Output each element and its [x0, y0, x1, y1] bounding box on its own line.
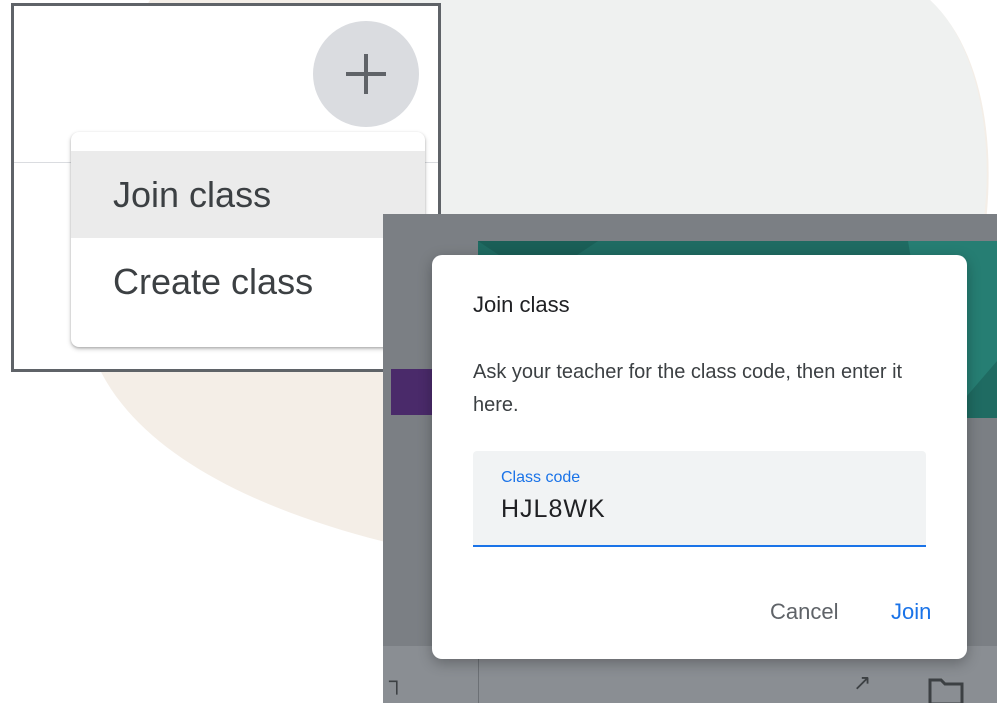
class-card-edge — [391, 369, 436, 415]
add-button[interactable] — [313, 21, 419, 127]
join-class-menu-item[interactable]: Join class — [71, 151, 425, 238]
add-menu: Join class Create class — [71, 132, 425, 347]
add-menu-panel: Join class Create class — [11, 3, 441, 372]
join-button[interactable]: Join — [891, 599, 931, 625]
menu-item-label: Join class — [113, 173, 272, 215]
class-code-label: Class code — [501, 469, 581, 486]
plus-icon — [346, 54, 386, 94]
cancel-button[interactable]: Cancel — [770, 599, 838, 625]
create-class-menu-item[interactable]: Create class — [71, 238, 425, 325]
trending-icon[interactable]: ↗ — [853, 670, 871, 696]
menu-item-label: Create class — [113, 260, 314, 302]
join-dialog-panel: ┐ ↗ Join class Ask your teacher for the … — [383, 214, 997, 703]
folder-icon[interactable] — [928, 676, 964, 703]
footer-icon: ┐ — [389, 668, 405, 693]
dialog-title: Join class — [473, 292, 570, 317]
class-code-input[interactable]: HJL8WK — [501, 495, 606, 524]
dialog-description: Ask your teacher for the class code, the… — [473, 361, 903, 416]
join-class-dialog: Join class Ask your teacher for the clas… — [432, 255, 967, 659]
class-code-field[interactable]: Class code HJL8WK — [473, 451, 926, 547]
